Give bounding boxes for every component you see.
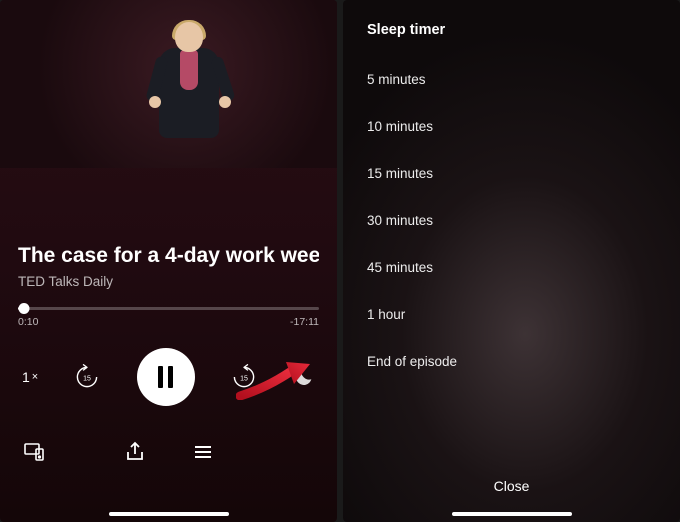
player-screen: The case for a 4-day work week | Juli TE… (0, 0, 337, 522)
devices-icon (22, 440, 46, 464)
skip-back-15-button[interactable]: 15 (73, 363, 101, 391)
progress-slider[interactable] (18, 307, 319, 310)
sleep-timer-screen: Sleep timer 5 minutes 10 minutes 15 minu… (343, 0, 680, 522)
sleep-option-5min[interactable]: 5 minutes (367, 56, 656, 103)
sleep-option-end-episode[interactable]: End of episode (367, 338, 656, 385)
share-icon (123, 440, 147, 464)
connect-device-button[interactable] (22, 440, 46, 464)
sleep-option-10min[interactable]: 10 minutes (367, 103, 656, 150)
skip-forward-15-button[interactable]: 15 (230, 363, 258, 391)
queue-button[interactable] (191, 440, 215, 464)
sleep-timer-button[interactable] (293, 366, 315, 388)
svg-text:15: 15 (240, 376, 248, 383)
sleep-option-1hour[interactable]: 1 hour (367, 291, 656, 338)
sleep-option-15min[interactable]: 15 minutes (367, 150, 656, 197)
pause-icon (158, 366, 173, 388)
sheet-title: Sleep timer (343, 0, 680, 46)
sleep-option-30min[interactable]: 30 minutes (367, 197, 656, 244)
home-indicator[interactable] (452, 512, 572, 516)
queue-icon (191, 440, 215, 464)
episode-title: The case for a 4-day work week | Juli (18, 244, 319, 268)
remaining-time: -17:11 (290, 316, 319, 328)
podcast-name[interactable]: TED Talks Daily (18, 274, 319, 289)
sleep-option-45min[interactable]: 45 minutes (367, 244, 656, 291)
pause-button[interactable] (137, 348, 195, 406)
playback-speed-button[interactable]: 1× (22, 369, 38, 385)
svg-text:15: 15 (84, 376, 92, 383)
moon-icon (293, 366, 315, 388)
close-button[interactable]: Close (343, 478, 680, 494)
episode-artwork (0, 0, 337, 168)
elapsed-time: 0:10 (18, 316, 38, 328)
share-button[interactable] (123, 440, 147, 464)
home-indicator[interactable] (109, 512, 229, 516)
sleep-timer-options: 5 minutes 10 minutes 15 minutes 30 minut… (343, 46, 680, 385)
